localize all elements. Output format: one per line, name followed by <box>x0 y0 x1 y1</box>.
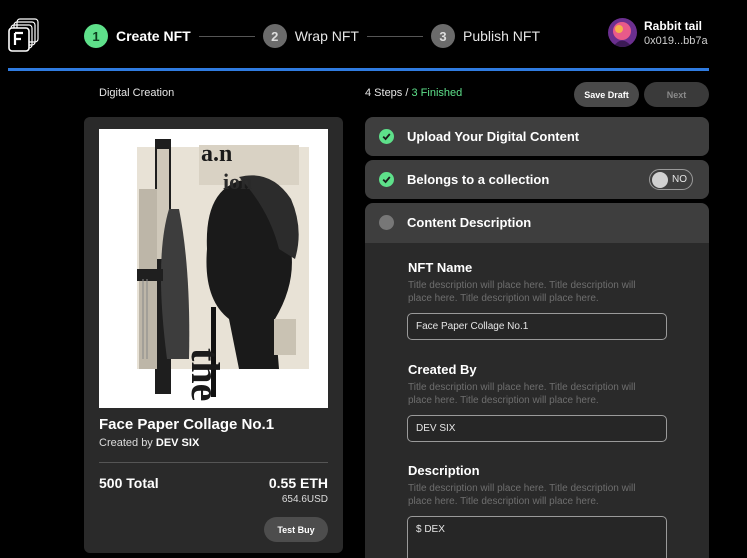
collection-section-title: Belongs to a collection <box>407 172 550 187</box>
nft-name-description: Title description will place here. Title… <box>408 280 636 304</box>
nft-name-label: NFT Name <box>408 260 473 275</box>
created-by-prefix: Created by <box>99 437 156 449</box>
created-by-description: Title description will place here. Title… <box>408 382 636 406</box>
avatar <box>608 18 637 47</box>
next-button[interactable]: Next <box>644 82 709 107</box>
collection-section[interactable]: Belongs to a collection NO <box>365 160 709 199</box>
artwork-headline-2: ion <box>223 169 252 194</box>
steps-status: 4 Steps / 3 Finished <box>365 87 462 99</box>
created-by-label: Created By <box>408 362 477 377</box>
step-number: 3 <box>431 24 455 48</box>
step-create-nft[interactable]: 1 Create NFT <box>84 24 191 48</box>
progress-stepper: 1 Create NFT 2 Wrap NFT 3 Publish NFT <box>84 24 540 48</box>
description-help: Title description will place here. Title… <box>408 483 636 507</box>
user-menu[interactable]: Rabbit tail 0x019...bb7a <box>608 18 708 47</box>
check-icon <box>379 129 394 144</box>
step-number: 1 <box>84 24 108 48</box>
test-buy-button[interactable]: Test Buy <box>264 517 328 542</box>
toggle-label: NO <box>672 174 687 185</box>
content-description-form: NFT Name Title description will place he… <box>365 243 709 558</box>
creator-name: DEV SIX <box>155 437 200 449</box>
step-number: 2 <box>262 24 287 48</box>
nft-total-supply: 500 Total <box>99 475 159 491</box>
content-section-title: Content Description <box>407 215 532 230</box>
artwork-headline: a.n <box>201 141 232 167</box>
step-wrap-nft[interactable]: 2 Wrap NFT <box>262 24 359 48</box>
created-by-input[interactable] <box>407 415 667 442</box>
steps-finished: 3 Finished <box>411 87 463 99</box>
nft-title: Face Paper Collage No.1 <box>99 416 275 433</box>
save-draft-button[interactable]: Save Draft <box>574 82 639 107</box>
step-label: Create NFT <box>116 28 191 44</box>
section-label: Digital Creation <box>99 87 175 99</box>
header-divider <box>8 68 709 71</box>
upload-content-section[interactable]: Upload Your Digital Content <box>365 117 709 156</box>
step-publish-nft[interactable]: 3 Publish NFT <box>431 24 540 48</box>
upload-section-title: Upload Your Digital Content <box>407 129 580 144</box>
step-connector <box>198 35 255 37</box>
nft-preview-card: a.n ion the Face Paper Collage No.1 Crea… <box>84 117 343 553</box>
steps-total: 4 Steps <box>365 87 403 99</box>
logo-icon <box>8 18 40 52</box>
artwork-text: the <box>183 348 228 401</box>
toggle-knob <box>652 171 668 188</box>
description-textarea[interactable]: $ DEX <box>407 516 667 558</box>
nft-name-input[interactable] <box>407 313 667 340</box>
user-name: Rabbit tail <box>644 18 703 33</box>
collection-toggle[interactable]: NO <box>649 169 693 190</box>
step-label: Publish NFT <box>463 28 541 44</box>
step-connector <box>367 35 423 37</box>
nft-artwork-image: a.n ion the <box>99 129 328 408</box>
description-label: Description <box>408 463 480 478</box>
nft-creator: Created by DEV SIX <box>99 437 199 449</box>
card-divider <box>99 462 328 463</box>
dot-icon <box>379 215 394 230</box>
nft-price-usd: 654.6USD <box>281 494 328 505</box>
nft-price-eth: 0.55 ETH <box>268 475 328 491</box>
wallet-address: 0x019...bb7a <box>644 34 708 47</box>
step-label: Wrap NFT <box>294 28 359 44</box>
check-icon <box>379 172 394 187</box>
